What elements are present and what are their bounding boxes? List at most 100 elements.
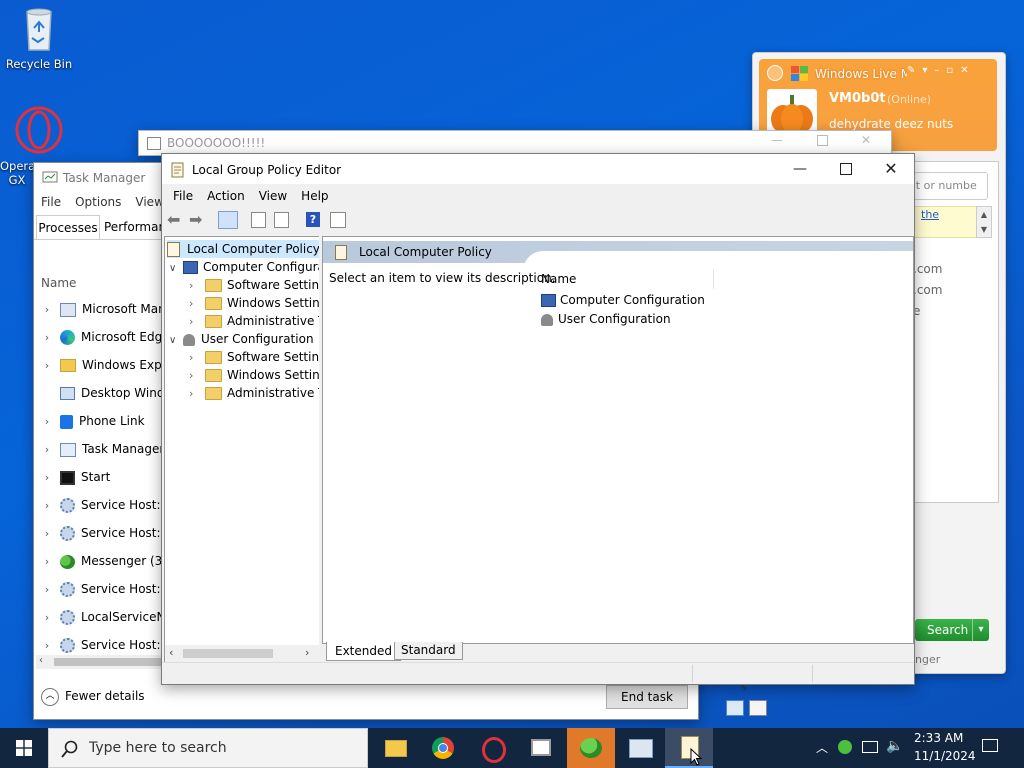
tree-item-windows-settings[interactable]: › Windows Setting — [189, 294, 319, 313]
chevron-right-icon[interactable]: › — [189, 349, 205, 367]
close-button[interactable]: ✕ — [868, 154, 914, 184]
menu-file[interactable]: File — [166, 185, 200, 207]
menu-file[interactable]: File — [34, 191, 68, 213]
scrollbar-thumb[interactable] — [183, 649, 273, 658]
chevron-down-icon[interactable]: ∨ — [169, 260, 183, 278]
process-row[interactable]: › Service Host: U — [34, 491, 164, 519]
tiles-view-icon[interactable] — [749, 700, 767, 716]
maximize-icon[interactable] — [817, 135, 828, 146]
chevron-right-icon[interactable]: › — [189, 295, 205, 313]
show-hide-tree-icon[interactable] — [218, 211, 238, 229]
chevron-right-icon[interactable]: › — [34, 464, 60, 491]
taskbar-task-manager[interactable] — [616, 728, 664, 768]
end-task-button[interactable]: End task — [606, 685, 688, 709]
process-row[interactable]: ›Service Host: W — [34, 519, 164, 547]
messenger-search-button[interactable]: Search ▾ — [915, 619, 989, 641]
process-row[interactable]: › Microsoft Edge — [34, 323, 164, 351]
volume-icon[interactable]: 🔈 — [886, 738, 903, 754]
messenger-personal-message[interactable]: dehydrate deez nuts — [829, 117, 953, 131]
messenger-tray-icon[interactable] — [838, 740, 852, 754]
messenger-notice-link[interactable]: the — [921, 208, 939, 221]
chevron-right-icon[interactable]: › — [34, 548, 60, 575]
clock-time[interactable]: 2:33 AM — [914, 731, 963, 745]
chevron-up-icon[interactable]: ︿ — [816, 739, 828, 756]
details-view-icon[interactable] — [726, 700, 744, 716]
taskbar-opera-gx[interactable] — [468, 728, 516, 768]
menu-view[interactable]: View — [252, 185, 294, 207]
process-row[interactable]: › Messenger (32 — [34, 547, 164, 575]
chevron-down-icon[interactable]: ∨ — [169, 332, 183, 350]
process-row[interactable]: › Windows Explo — [34, 351, 164, 379]
chevron-right-icon[interactable]: › — [34, 296, 60, 323]
list-item-computer-configuration[interactable]: Computer Configuration — [541, 291, 705, 309]
taskbar-chrome[interactable] — [419, 728, 467, 768]
tab-standard[interactable]: Standard — [394, 642, 463, 660]
menu-help[interactable]: Help — [294, 185, 335, 207]
chevron-right-icon[interactable]: › — [34, 576, 60, 603]
messenger-menu-icon[interactable] — [767, 65, 783, 81]
chevron-right-icon[interactable]: › — [34, 352, 60, 379]
tab-processes[interactable]: Processes — [36, 215, 100, 240]
recycle-bin-desktop-icon[interactable]: Recycle Bin — [4, 6, 74, 71]
back-arrow-icon[interactable]: ⬅ — [167, 210, 180, 229]
messenger-contact[interactable]: .com — [913, 283, 942, 297]
list-item-user-configuration[interactable]: User Configuration — [541, 310, 671, 328]
tab-extended[interactable]: Extended — [326, 642, 401, 661]
tree-item-software-settings[interactable]: ›Software Settings — [189, 276, 319, 295]
column-header-name[interactable]: Name — [541, 269, 714, 289]
chevron-right-icon[interactable]: › — [189, 277, 205, 295]
menu-action[interactable]: Action — [200, 185, 252, 207]
gpedit-window[interactable]: Local Group Policy Editor — ✕ File Action… — [161, 153, 915, 685]
scrollbar-thumb[interactable] — [54, 658, 164, 666]
process-row[interactable]: Desktop Windo — [34, 379, 164, 407]
notifications-icon[interactable] — [982, 739, 998, 752]
tab-performance[interactable]: Performan — [104, 215, 166, 239]
menu-options[interactable]: Options — [68, 191, 128, 213]
horizontal-scrollbar[interactable]: ‹ — [36, 655, 164, 669]
clock-date[interactable]: 11/1/2024 — [914, 749, 976, 763]
paint-icon[interactable]: ✎ — [907, 65, 922, 76]
messenger-username[interactable]: VM0b0t — [829, 91, 886, 106]
fewer-details-button[interactable]: ︿ Fewer details — [41, 686, 145, 706]
chevron-right-icon[interactable]: › — [189, 313, 205, 331]
minimize-icon[interactable]: — — [771, 133, 783, 147]
dropdown-icon[interactable]: ▾ — [922, 65, 934, 76]
dropdown-icon[interactable]: ▾ — [972, 619, 989, 641]
close-icon[interactable]: ✕ — [861, 133, 871, 147]
process-row[interactable]: › LocalServiceNo — [34, 603, 164, 631]
process-row[interactable]: › Task Manager — [34, 435, 164, 463]
tree-item-computer-configuration[interactable]: ∨ Computer Configura — [169, 258, 319, 278]
chevron-right-icon[interactable]: › — [34, 604, 60, 631]
chevron-right-icon[interactable]: › — [34, 324, 60, 351]
help-icon[interactable]: ? — [306, 212, 320, 227]
tree-item-administrative-templates[interactable]: ›Administrative Te — [189, 384, 319, 403]
tree-pane[interactable]: Local Computer Policy ∨ Computer Configur… — [164, 236, 320, 664]
network-icon[interactable] — [862, 741, 878, 753]
taskbar-group-policy[interactable] — [665, 728, 713, 768]
maximize-button[interactable] — [823, 154, 869, 184]
close-icon[interactable]: ✕ — [960, 65, 975, 76]
process-row[interactable]: › Service Host: S — [34, 575, 164, 603]
process-row[interactable]: › Microsoft Man — [34, 295, 164, 323]
messenger-notice-scrollbar[interactable]: ▲ ▼ — [976, 206, 992, 238]
process-row[interactable]: › Start — [34, 463, 164, 491]
taskbar-search-box[interactable]: Type here to search — [48, 728, 368, 768]
properties-icon[interactable] — [251, 212, 266, 228]
tree-item-windows-settings[interactable]: › Windows Setting — [189, 366, 319, 384]
column-header-name[interactable]: Name — [41, 276, 76, 290]
extended-view-icon[interactable] — [330, 212, 346, 228]
taskbar-file-explorer[interactable] — [370, 728, 418, 768]
chevron-left-icon[interactable]: ‹ — [39, 655, 43, 666]
taskbar-window-app[interactable] — [517, 728, 565, 768]
messenger-contact[interactable]: .com — [913, 262, 942, 276]
chevron-right-icon[interactable]: › — [34, 408, 60, 435]
process-row[interactable]: › Phone Link — [34, 407, 164, 435]
chevron-right-icon[interactable]: › — [34, 492, 60, 519]
minimize-icon[interactable]: – — [934, 65, 946, 76]
forward-arrow-icon[interactable]: ➡ — [189, 210, 202, 229]
chevron-left-icon[interactable]: ‹ — [169, 646, 173, 659]
chevron-right-icon[interactable]: › — [34, 436, 60, 463]
chevron-right-icon[interactable]: › — [189, 385, 205, 403]
messenger-status[interactable]: (Online) — [887, 93, 931, 106]
chevron-right-icon[interactable]: › — [34, 520, 60, 547]
